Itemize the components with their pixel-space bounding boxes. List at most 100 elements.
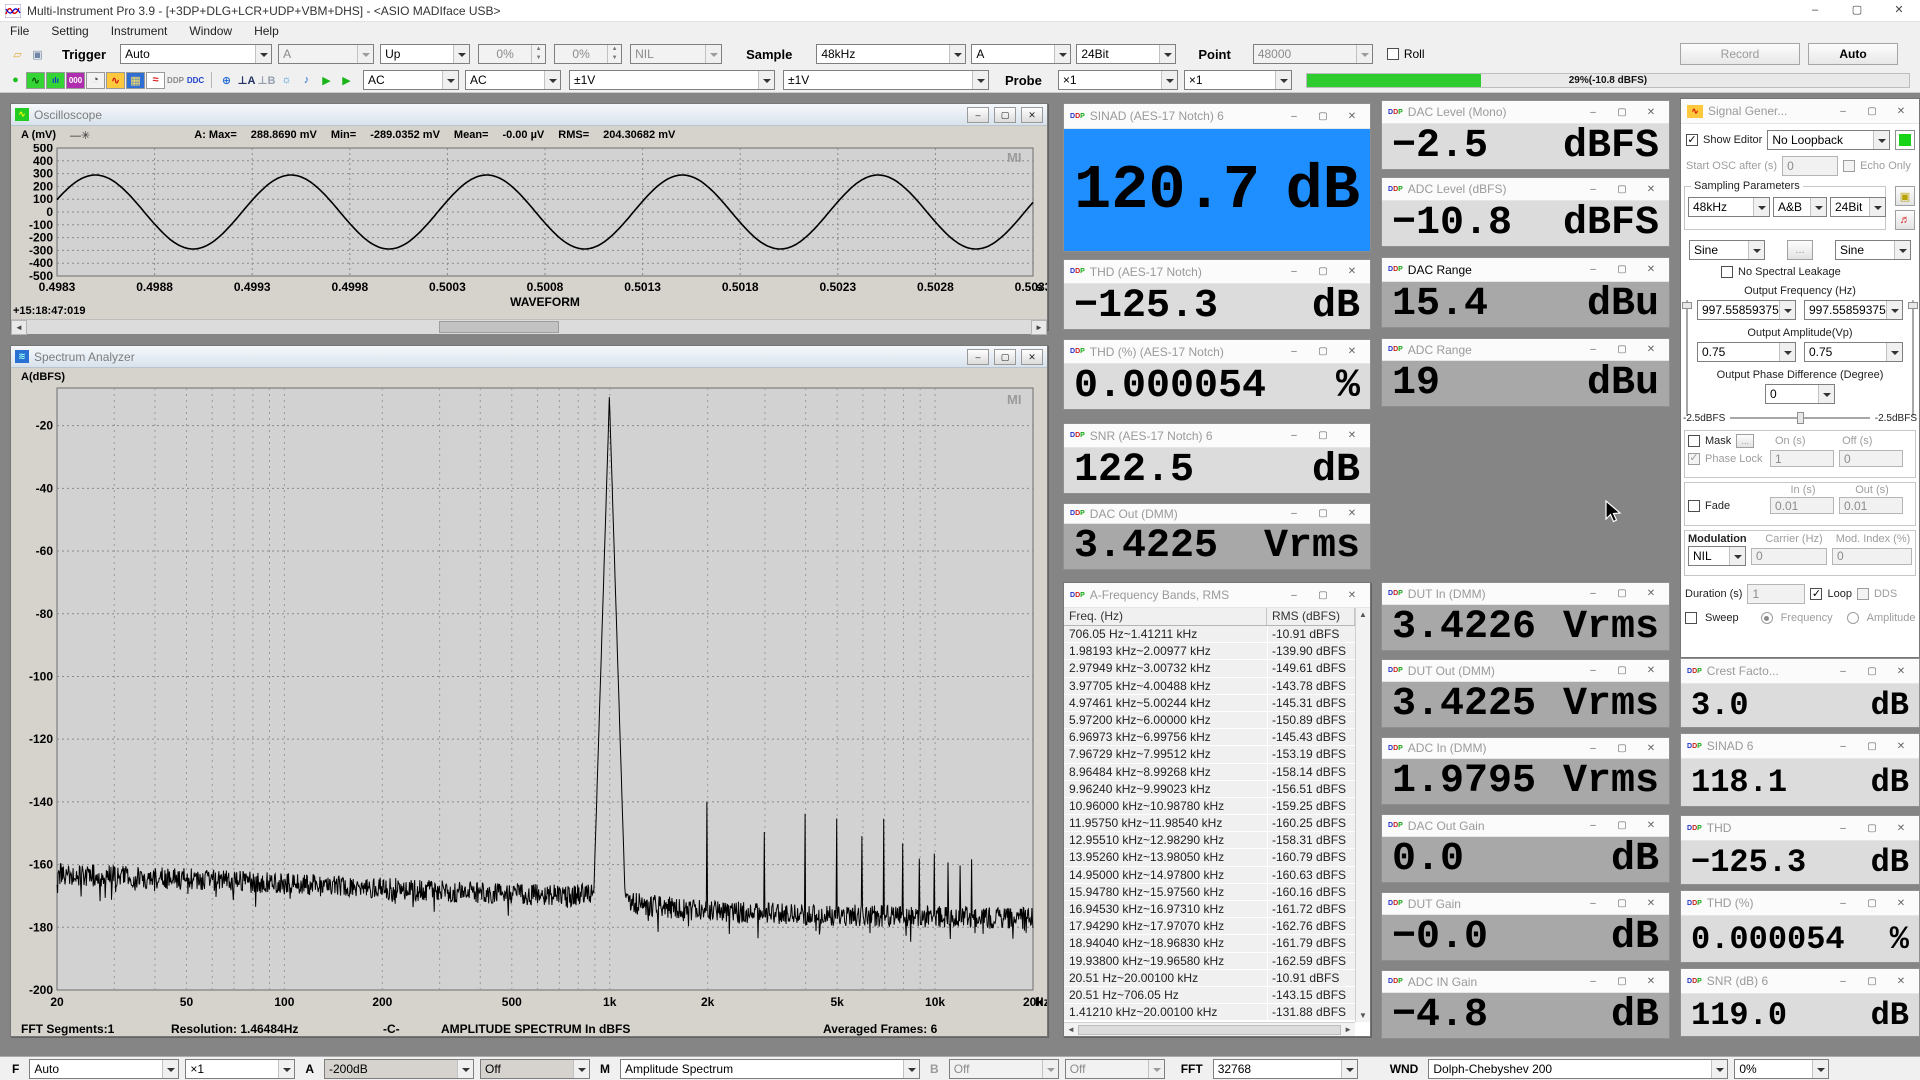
close-icon[interactable]: ✕ [1340, 508, 1364, 519]
meter-titlebar[interactable]: DDPDUT Out (DMM)–▢✕ [1382, 660, 1669, 682]
sound-device-icon[interactable]: ♪ [297, 72, 316, 89]
minimize-icon[interactable]: – [967, 107, 989, 123]
meter-titlebar[interactable]: DDPCrest Facto...–▢✕ [1681, 659, 1919, 684]
open-file-icon[interactable]: ▱ [8, 46, 27, 63]
frequency-bands-titlebar[interactable]: DDP A-Frequency Bands, RMS – ▢ ✕ [1064, 583, 1370, 608]
dds-checkbox[interactable] [1857, 588, 1869, 600]
meter-titlebar[interactable]: DDPADC Range–▢✕ [1382, 339, 1669, 361]
meter-titlebar[interactable]: DDPDUT Gain–▢✕ [1382, 893, 1669, 915]
save-file-icon[interactable]: ▣ [28, 46, 47, 63]
table-row[interactable]: 19.93800 kHz~19.96580 kHz-162.59 dBFS [1064, 953, 1355, 970]
fade-out-input[interactable]: 0.01 [1839, 497, 1903, 514]
b-extra-select[interactable]: Off [1065, 1059, 1165, 1079]
window-function-select[interactable]: Dolph-Chebyshev 200 [1428, 1059, 1728, 1079]
maximize-icon[interactable]: ▢ [1860, 976, 1884, 987]
meter-titlebar[interactable]: DDPTHD (%) (AES-17 Notch)–▢✕ [1064, 340, 1370, 364]
start-osc-input[interactable]: 0 [1782, 156, 1838, 176]
close-icon[interactable]: ✕ [1340, 430, 1364, 441]
table-row[interactable]: 8.96484 kHz~8.99268 kHz-158.14 dBFS [1064, 764, 1355, 781]
gauge-icon[interactable]: ◔ [86, 72, 105, 89]
close-icon[interactable]: ✕ [1889, 666, 1913, 677]
table-row[interactable]: 7.96729 kHz~7.99512 kHz-153.19 dBFS [1064, 746, 1355, 763]
trigger-marker-icon[interactable]: —✳ [70, 129, 90, 142]
maximize-icon[interactable]: ▢ [1860, 823, 1884, 834]
a-extra-select[interactable]: Off [480, 1059, 590, 1079]
scroll-left-icon[interactable]: ◄ [1067, 1025, 1075, 1034]
meter-titlebar[interactable]: DDPTHD (AES-17 Notch)–▢✕ [1064, 260, 1370, 284]
menu-file[interactable]: File [10, 24, 29, 38]
hot-probe-icon[interactable]: ☼ [277, 72, 296, 89]
minimize-icon[interactable]: – [1581, 264, 1605, 275]
close-icon[interactable]: ✕ [1889, 898, 1913, 909]
meter-titlebar[interactable]: DDPTHD–▢✕ [1681, 816, 1919, 841]
show-editor-checkbox[interactable]: ✓ [1686, 134, 1698, 146]
maximize-icon[interactable]: ▢ [1311, 590, 1335, 601]
mask-checkbox[interactable] [1688, 435, 1700, 447]
scroll-up-icon[interactable]: ▲ [1359, 610, 1367, 619]
frequency-b-select[interactable]: 997.55859375 [1804, 300, 1903, 320]
maximize-icon[interactable]: ▢ [1610, 588, 1634, 599]
table-horizontal-scrollbar[interactable]: ◄ ► [1064, 1022, 1355, 1036]
maximize-icon[interactable]: ▢ [1610, 898, 1634, 909]
range-a-select[interactable]: ±1V [569, 70, 775, 90]
meter-titlebar[interactable]: DDPSINAD (AES-17 Notch) 6–▢✕ [1064, 104, 1370, 129]
probe-a-select[interactable]: ×1 [1058, 70, 1178, 90]
meter-titlebar[interactable]: DDPADC In (DMM)–▢✕ [1382, 738, 1669, 759]
modulation-select[interactable]: NIL [1688, 546, 1746, 566]
amplitude-a-slider[interactable] [1682, 300, 1692, 416]
close-icon[interactable]: ✕ [1889, 823, 1913, 834]
frequency-mult-select[interactable]: ×1 [185, 1059, 295, 1079]
maximize-icon[interactable]: ▢ [1610, 976, 1634, 987]
table-row[interactable]: 1.41210 kHz~20.00100 kHz-131.88 dBFS [1064, 1004, 1355, 1021]
minimize-icon[interactable]: – [1831, 666, 1855, 677]
meter-titlebar[interactable]: DDPSNR (AES-17 Notch) 6–▢✕ [1064, 424, 1370, 448]
maximize-icon[interactable]: ▢ [1311, 111, 1335, 122]
minimize-icon[interactable]: – [1581, 344, 1605, 355]
data-logger-icon[interactable]: ≈ [146, 72, 165, 89]
table-row[interactable]: 20.51 Hz~20.00100 kHz-10.91 dBFS [1064, 970, 1355, 987]
music-note-icon[interactable]: ♬ [1895, 210, 1915, 230]
menu-instrument[interactable]: Instrument [111, 24, 168, 38]
auto-scale-button[interactable]: Auto [1808, 43, 1898, 65]
ddc-icon[interactable]: DDC [186, 72, 205, 89]
trigger-mode-select[interactable]: Auto [120, 44, 272, 64]
close-icon[interactable]: ✕ [1639, 588, 1663, 599]
signal-generator-titlebar[interactable]: ∿ Signal Gener... – ▢ ✕ [1681, 99, 1919, 124]
table-vertical-scrollbar[interactable]: ▲ ▼ [1355, 608, 1370, 1022]
window-close-button[interactable]: ✕ [1878, 0, 1920, 21]
scroll-thumb[interactable] [439, 321, 559, 333]
close-icon[interactable]: ✕ [1639, 665, 1663, 676]
oscilloscope-titlebar[interactable]: ∿ Oscilloscope – ▢ ✕ [11, 104, 1047, 126]
spectrum-titlebar[interactable]: ≋ Spectrum Analyzer – ▢ ✕ [11, 346, 1047, 368]
loopback-select[interactable]: No Loopback [1767, 130, 1890, 150]
sweep-frequency-radio[interactable] [1761, 612, 1773, 624]
mask-off-input[interactable]: 0 [1839, 450, 1903, 467]
device-test-plan-icon[interactable]: ⊕ [217, 72, 236, 89]
window-minimize-button[interactable]: – [1794, 0, 1836, 21]
play-a-icon[interactable]: ▶ [317, 72, 336, 89]
minimize-icon[interactable]: – [1581, 976, 1605, 987]
scroll-left-icon[interactable]: ◄ [11, 320, 27, 335]
close-icon[interactable]: ✕ [1340, 266, 1364, 277]
close-icon[interactable]: ✕ [1639, 898, 1663, 909]
generator-run-button[interactable] [1895, 130, 1915, 150]
scroll-right-icon[interactable]: ► [1344, 1025, 1352, 1034]
fade-in-input[interactable]: 0.01 [1770, 497, 1834, 514]
sampling-bits-select[interactable]: 24Bit [1076, 44, 1176, 64]
table-row[interactable]: 12.95510 kHz~12.98290 kHz-158.31 dBFS [1064, 832, 1355, 849]
maximize-icon[interactable]: ▢ [1311, 266, 1335, 277]
close-icon[interactable]: ✕ [1340, 590, 1364, 601]
maximize-icon[interactable]: ▢ [1610, 344, 1634, 355]
phase-lock-checkbox[interactable]: ✓ [1688, 453, 1700, 465]
carrier-input[interactable]: 0 [1751, 548, 1827, 565]
minimize-icon[interactable]: – [967, 349, 989, 365]
sampling-rate-select[interactable]: 48kHz [816, 44, 966, 64]
display-mode-select[interactable]: Amplitude Spectrum [620, 1059, 920, 1079]
table-row[interactable]: 14.95000 kHz~14.97800 kHz-160.63 dBFS [1064, 867, 1355, 884]
generator-rate-select[interactable]: 48kHz [1688, 197, 1770, 217]
play-b-icon[interactable]: ▶ [337, 72, 356, 89]
maximize-icon[interactable]: ▢ [1311, 346, 1335, 357]
table-row[interactable]: 15.94780 kHz~15.97560 kHz-160.16 dBFS [1064, 884, 1355, 901]
minimize-icon[interactable]: – [1831, 823, 1855, 834]
scroll-right-icon[interactable]: ► [1031, 320, 1047, 335]
